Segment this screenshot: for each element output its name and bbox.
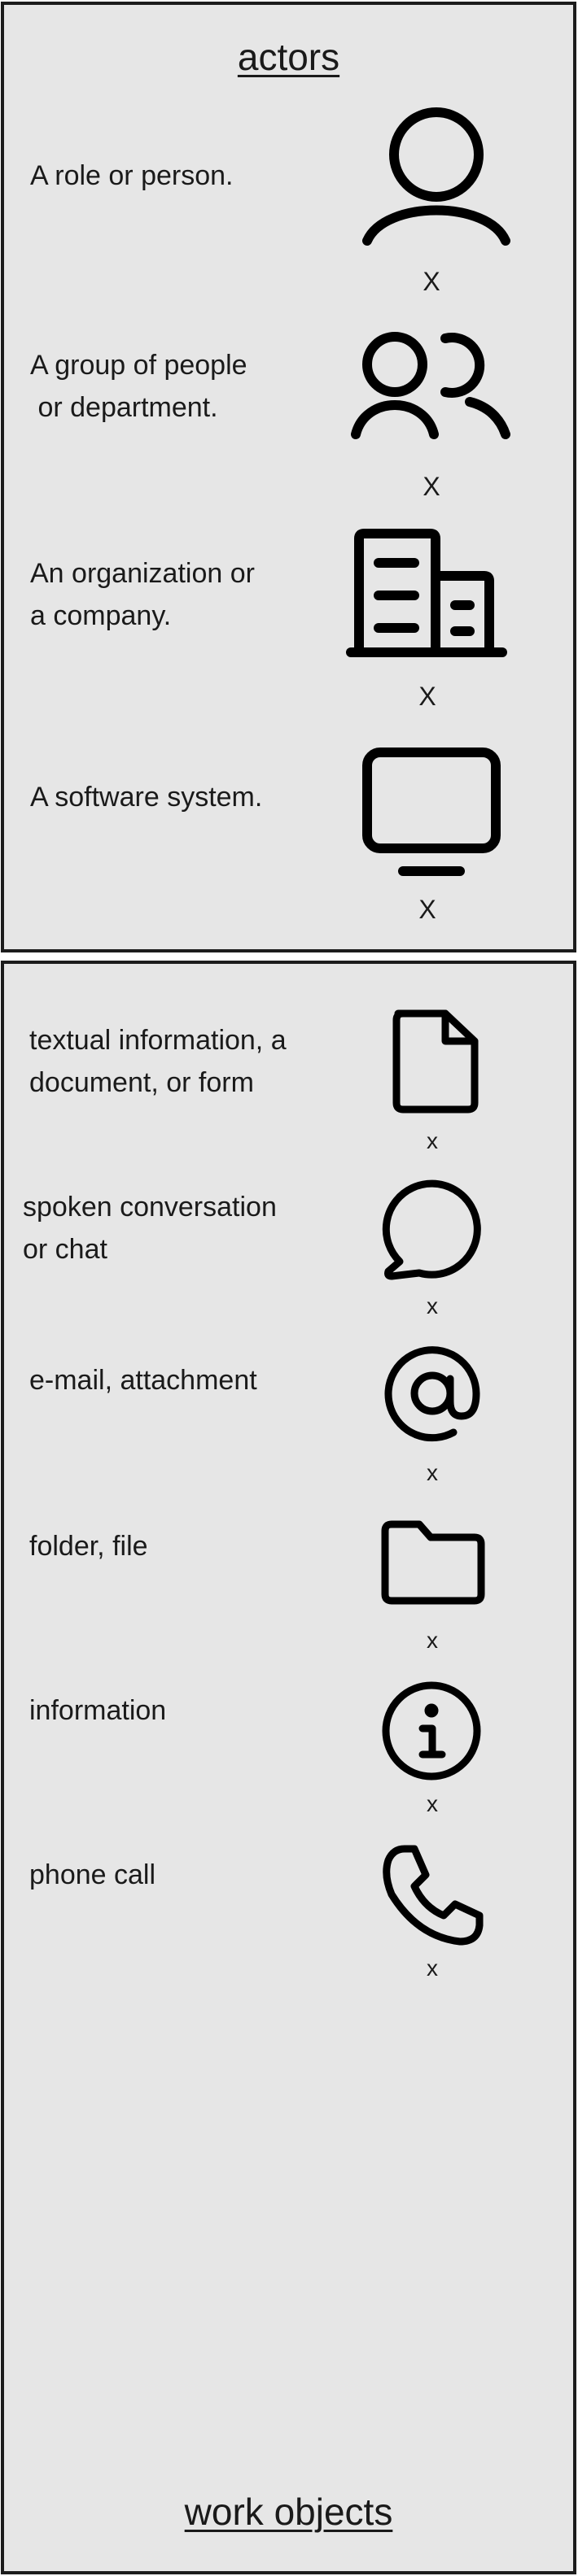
work-object-mark-document: x [427, 1128, 438, 1153]
actor-mark-software: X [418, 895, 436, 924]
work-object-label-document: textual information, a document, or form [29, 1025, 287, 1098]
actor-mark-group: X [423, 472, 440, 501]
actor-mark-organization: X [418, 682, 436, 711]
work-object-label-folder: folder, file [29, 1531, 148, 1562]
actor-label-software: A software system. [30, 782, 263, 813]
actor-label-person: A role or person. [30, 160, 234, 191]
document-icon [388, 1009, 483, 1116]
info-icon [380, 1680, 483, 1782]
actor-mark-person: X [423, 267, 440, 296]
work-objects-title: work objects [184, 2491, 393, 2533]
phone-icon [380, 1842, 486, 1948]
work-object-label-email: e-mail, attachment [29, 1365, 257, 1396]
work-object-label-information: information [29, 1695, 167, 1726]
work-object-label-chat: spoken conversation or chat [23, 1192, 277, 1265]
at-sign-icon [382, 1343, 483, 1444]
group-icon [349, 330, 512, 444]
actors-title: actors [237, 36, 340, 78]
work-object-mark-chat: x [427, 1293, 438, 1319]
work-object-mark-information: x [427, 1791, 438, 1816]
person-icon [361, 104, 512, 247]
work-object-label-phone: phone call [29, 1859, 156, 1890]
work-objects-panel: textual information, a document, or form… [1, 961, 576, 2574]
chat-bubble-icon [379, 1177, 486, 1283]
work-object-mark-email: x [427, 1460, 438, 1485]
actor-label-group: A group of people or department. [30, 350, 247, 423]
actors-panel: actors A role or person. X A group of pe… [1, 2, 576, 952]
monitor-icon [361, 746, 502, 878]
actor-label-organization: An organization or a company. [30, 558, 255, 631]
building-icon [346, 529, 509, 659]
folder-icon [380, 1519, 486, 1606]
work-object-mark-phone: x [427, 1955, 438, 1981]
work-object-mark-folder: x [427, 1628, 438, 1653]
